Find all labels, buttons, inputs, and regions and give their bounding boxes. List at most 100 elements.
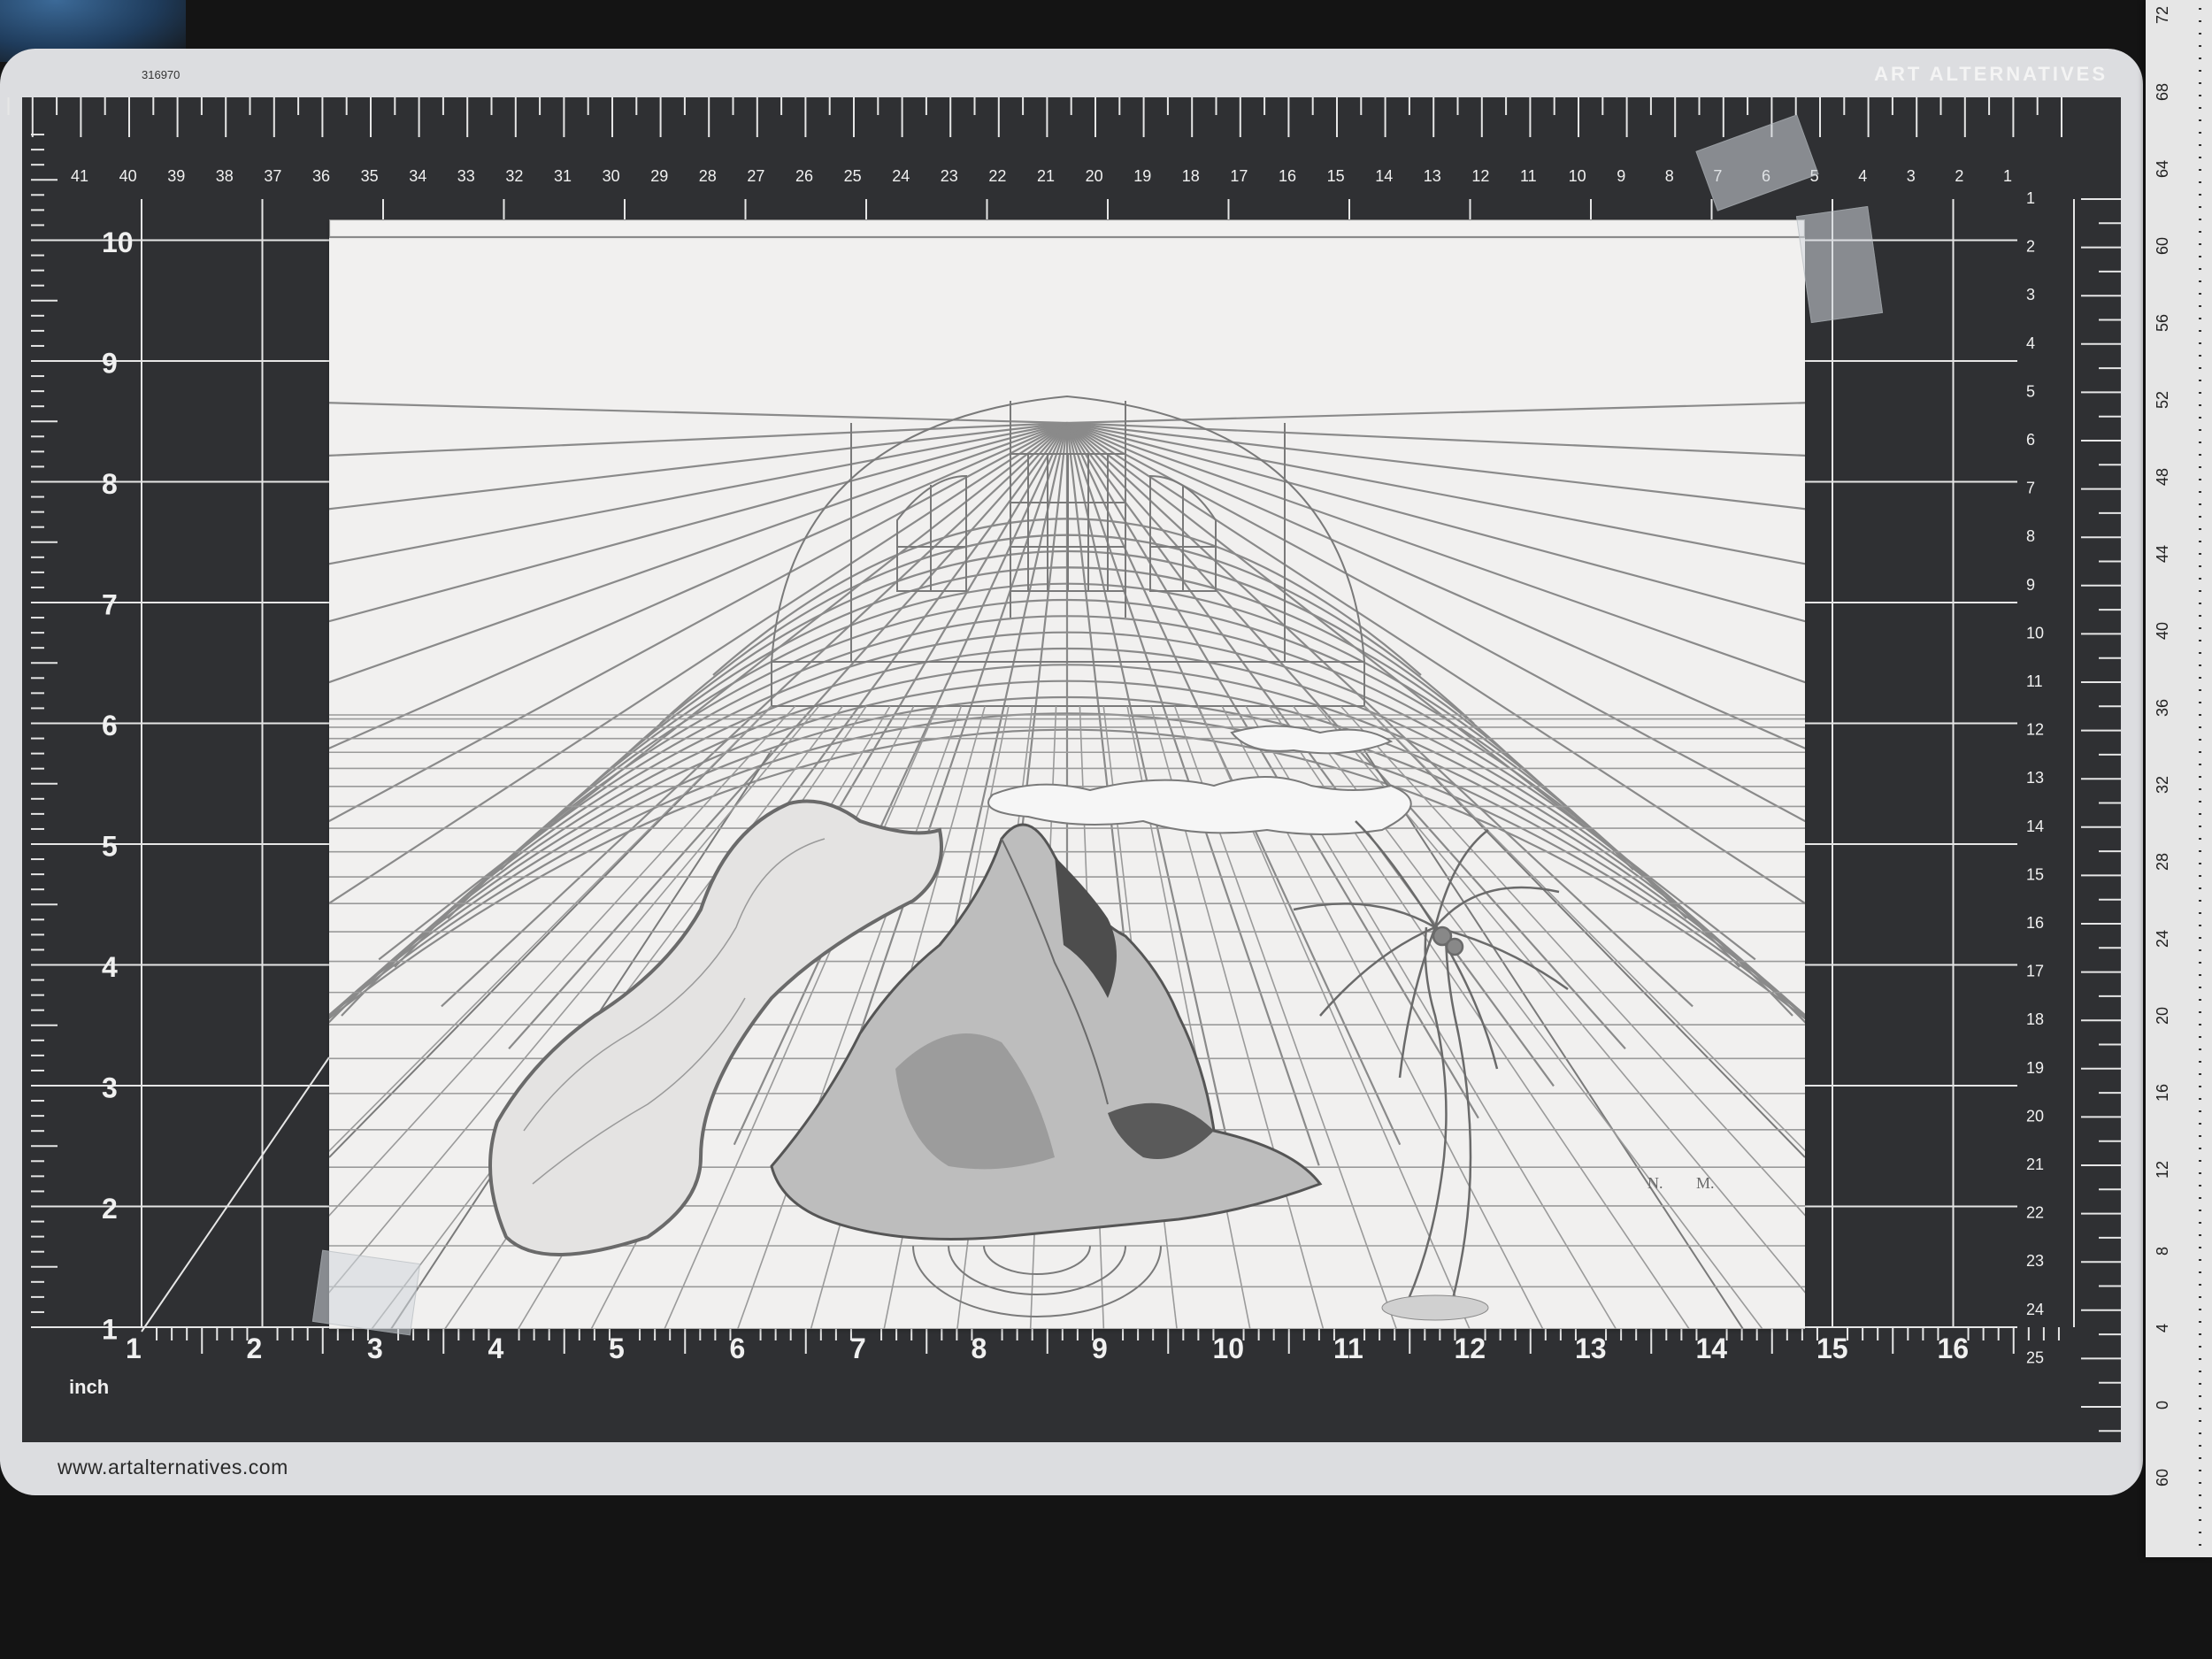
right-cm-number: 5 [2026, 382, 2035, 400]
top-cm-number: 8 [1665, 167, 1674, 185]
top-cm-number: 9 [1617, 167, 1625, 185]
bottom-inch-number: 9 [1092, 1333, 1108, 1364]
ruler-number: 4 [2154, 1324, 2171, 1333]
bottom-inch-number: 6 [730, 1333, 746, 1364]
top-cm-number: 41 [71, 167, 88, 185]
bottom-inch-number: 2 [247, 1333, 263, 1364]
top-cm-number: 17 [1230, 167, 1248, 185]
left-inch-number: 3 [102, 1072, 118, 1104]
top-cm-number: 37 [264, 167, 281, 185]
top-cm-number: 12 [1471, 167, 1489, 185]
right-cm-number: 10 [2026, 624, 2044, 641]
top-cm-number: 28 [699, 167, 717, 185]
right-cm-number: 9 [2026, 576, 2035, 594]
side-ruler: 72 68 64 60 56 52 48 44 40 36 32 28 24 20 16 12 8 4 0 60 [2146, 0, 2212, 1557]
right-cm-number: 6 [2026, 431, 2035, 449]
right-cm-number: 1 [2026, 189, 2035, 207]
bottom-inch-number: 12 [1455, 1333, 1486, 1364]
top-cm-number: 34 [409, 167, 426, 185]
bottom-inch-number: 1 [126, 1333, 142, 1364]
right-cm-number: 19 [2026, 1059, 2044, 1077]
bottom-inch-number: 5 [609, 1333, 625, 1364]
tape-top-right [1795, 205, 1884, 324]
right-cm-number: 16 [2026, 914, 2044, 932]
ruler-number: 48 [2154, 468, 2171, 486]
top-cm-number: 10 [1569, 167, 1586, 185]
bottom-inch-number: 16 [1938, 1333, 1970, 1364]
tape-bottom-left [311, 1249, 421, 1336]
ruler-number: 52 [2154, 391, 2171, 409]
bottom-inch-number: 11 [1333, 1333, 1363, 1364]
top-cm-number: 29 [650, 167, 668, 185]
brand-logo: ART ALTERNATIVES [1874, 63, 2108, 85]
top-cm-number: 26 [795, 167, 813, 185]
top-cm-number: 23 [941, 167, 958, 185]
top-cm-number: 18 [1182, 167, 1200, 185]
right-cm-number: 25 [2026, 1348, 2044, 1366]
ruler-number: 56 [2154, 314, 2171, 332]
left-inch-number: 10 [102, 227, 134, 258]
right-cm-number: 15 [2026, 865, 2044, 883]
top-cm-number: 4 [1858, 167, 1867, 185]
ruler-number: 44 [2154, 545, 2171, 563]
right-cm-number: 13 [2026, 769, 2044, 787]
left-inch-number: 6 [102, 710, 118, 741]
right-cm-number: 8 [2026, 527, 2035, 545]
bottom-inch-number: 7 [850, 1333, 866, 1364]
drawing-paper: N. M. [329, 219, 1805, 1329]
top-cm-number: 1 [2003, 167, 2012, 185]
left-inch-number: 1 [102, 1314, 118, 1346]
top-cm-number: 21 [1037, 167, 1055, 185]
bottom-inch-number: 3 [367, 1333, 383, 1364]
ruler-number: 40 [2154, 622, 2171, 640]
top-cm-number: 40 [119, 167, 137, 185]
right-cm-number: 18 [2026, 1010, 2044, 1028]
top-cm-number: 30 [603, 167, 620, 185]
left-inch-number: 8 [102, 468, 118, 500]
pencil-drawing: N. M. [329, 219, 1805, 1329]
top-cm-number: 33 [457, 167, 475, 185]
initial-m: M. [1696, 1174, 1715, 1192]
right-cm-number: 20 [2026, 1107, 2044, 1125]
ruler-number: 68 [2154, 83, 2171, 101]
ruler-number: 32 [2154, 776, 2171, 794]
bottom-inch-number: 8 [972, 1333, 987, 1364]
top-cm-number: 11 [1520, 167, 1537, 185]
top-cm-number: 35 [361, 167, 379, 185]
ruler-number: 36 [2154, 699, 2171, 717]
top-cm-number: 36 [312, 167, 330, 185]
ruler-number: 8 [2154, 1247, 2171, 1256]
top-cm-number: 14 [1375, 167, 1393, 185]
right-cm-number: 24 [2026, 1301, 2044, 1318]
top-cm-number: 15 [1327, 167, 1345, 185]
top-cm-number: 31 [554, 167, 572, 185]
top-cm-number: 32 [505, 167, 523, 185]
bottom-inch-number: 14 [1696, 1333, 1728, 1364]
top-cm-number: 13 [1424, 167, 1441, 185]
top-cm-number: 24 [892, 167, 910, 185]
ruler-number: 64 [2154, 160, 2171, 178]
right-cm-number: 12 [2026, 721, 2044, 739]
ruler-number: 72 [2154, 6, 2171, 24]
right-cm-number: 4 [2026, 334, 2035, 352]
serial-number: 316970 [142, 68, 180, 81]
website-url: www.artalternatives.com [58, 1455, 288, 1479]
top-cm-number: 20 [1086, 167, 1103, 185]
right-cm-number: 2 [2026, 238, 2035, 256]
right-cm-number: 21 [2026, 1156, 2044, 1173]
bottom-inch-number: 4 [488, 1333, 504, 1364]
top-cm-number: 39 [167, 167, 185, 185]
ruler-number: 16 [2154, 1084, 2171, 1102]
left-inch-number: 9 [102, 348, 118, 380]
top-cm-number: 2 [1955, 167, 1963, 185]
bottom-inch-number: 15 [1816, 1333, 1848, 1364]
bottom-inch-number: 13 [1575, 1333, 1607, 1364]
ruler-number: 20 [2154, 1007, 2171, 1025]
bottom-inch-number: 10 [1213, 1333, 1245, 1364]
left-inch-number: 7 [102, 589, 118, 621]
ruler-number: 12 [2154, 1161, 2171, 1179]
right-cm-number: 17 [2026, 963, 2044, 980]
right-cm-number: 7 [2026, 480, 2035, 497]
top-cm-number: 38 [216, 167, 234, 185]
top-cm-number: 16 [1279, 167, 1296, 185]
